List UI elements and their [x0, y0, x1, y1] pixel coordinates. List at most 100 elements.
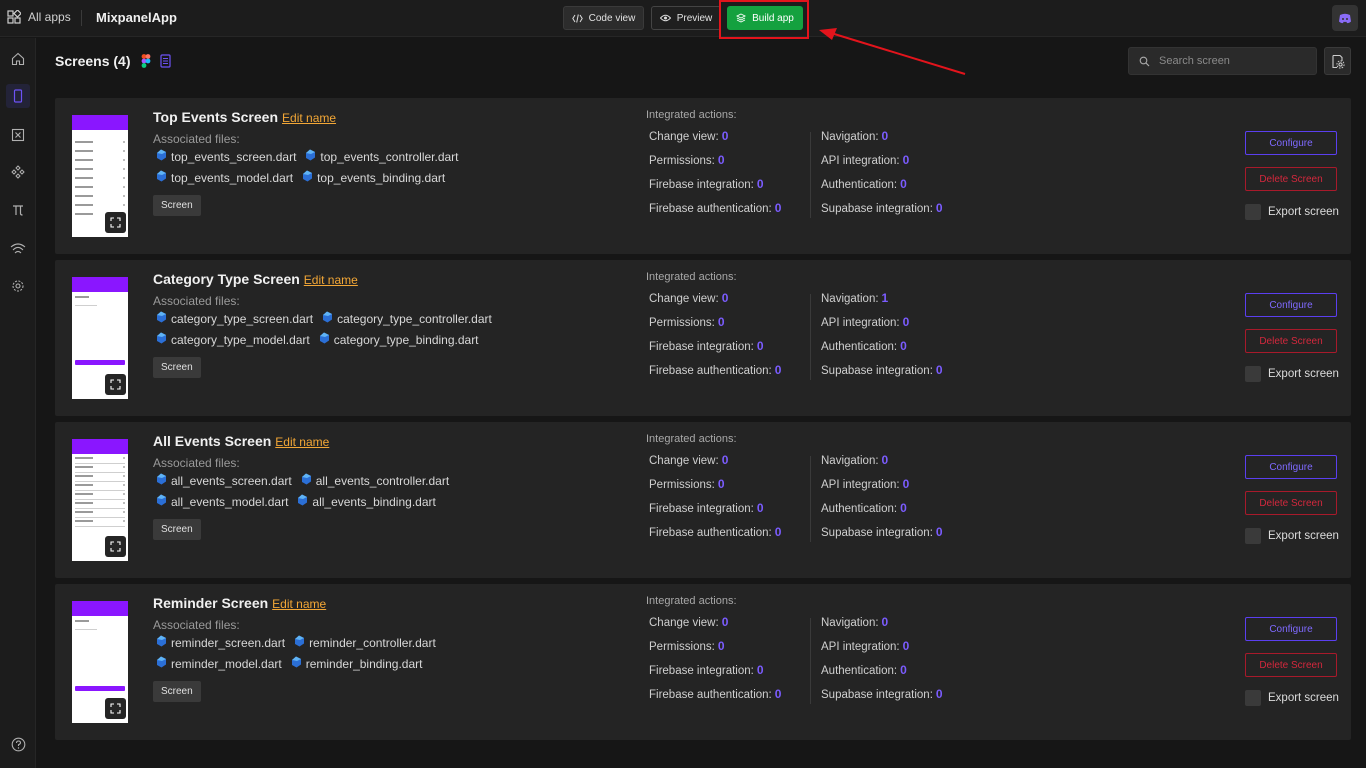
action-count: 0	[756, 177, 764, 191]
export-checkbox[interactable]	[1245, 204, 1261, 220]
file-list: reminder_screen.dart reminder_controller.…	[156, 635, 596, 677]
file-item[interactable]: all_events_model.dart	[156, 494, 288, 509]
configure-button[interactable]: Configure	[1245, 455, 1337, 479]
build-app-label: Build app	[752, 12, 794, 24]
preview-button[interactable]: Preview	[651, 6, 721, 30]
file-item[interactable]: category_type_controller.dart	[322, 311, 492, 326]
configure-button[interactable]: Configure	[1245, 293, 1337, 317]
expand-button[interactable]	[105, 536, 126, 557]
integrated-actions-label: Integrated actions:	[646, 433, 737, 445]
sidebar-constants[interactable]	[8, 200, 28, 220]
file-name: category_type_binding.dart	[333, 332, 479, 347]
document-icon[interactable]	[160, 54, 171, 68]
sidebar-screens[interactable]	[6, 84, 30, 108]
action-label: Firebase authentication:	[649, 527, 772, 539]
dart-file-icon	[156, 473, 167, 488]
action-count: 0	[935, 525, 943, 539]
thumbnail-divider	[75, 472, 125, 473]
delete-screen-button[interactable]: Delete Screen	[1245, 653, 1337, 677]
help-icon	[11, 737, 25, 751]
action-label: Change view:	[649, 455, 719, 467]
action-count: 0	[721, 615, 729, 629]
expand-icon	[110, 217, 121, 228]
file-item[interactable]: category_type_binding.dart	[319, 332, 479, 347]
expand-button[interactable]	[105, 212, 126, 233]
mobile-icon	[13, 89, 23, 103]
sidebar-home[interactable]	[8, 49, 28, 69]
edit-name-link[interactable]: Edit name	[275, 435, 329, 449]
action-stat: Permissions: 0	[649, 153, 781, 177]
configure-button[interactable]: Configure	[1245, 617, 1337, 641]
file-item[interactable]: reminder_controller.dart	[294, 635, 436, 650]
action-stat: Firebase authentication: 0	[649, 525, 781, 549]
dart-file-icon	[156, 635, 167, 650]
associated-files-label: Associated files:	[153, 132, 240, 146]
screen-thumbnail[interactable]	[72, 439, 128, 561]
integrated-actions-label: Integrated actions:	[646, 271, 737, 283]
expand-icon	[110, 379, 121, 390]
search-input[interactable]	[1159, 55, 1309, 67]
export-checkbox[interactable]	[1245, 690, 1261, 706]
screen-thumbnail[interactable]	[72, 277, 128, 399]
file-item[interactable]: category_type_model.dart	[156, 332, 310, 347]
sidebar-components[interactable]	[8, 162, 28, 182]
export-checkbox[interactable]	[1245, 528, 1261, 544]
file-item[interactable]: all_events_screen.dart	[156, 473, 292, 488]
screen-type-badge: Screen	[153, 519, 201, 540]
dart-file-icon	[156, 170, 167, 185]
file-item[interactable]: top_events_binding.dart	[302, 170, 445, 185]
file-item[interactable]: all_events_binding.dart	[297, 494, 436, 509]
screen-type-badge: Screen	[153, 195, 201, 216]
file-item[interactable]: all_events_controller.dart	[301, 473, 449, 488]
file-item[interactable]: category_type_screen.dart	[156, 311, 313, 326]
thumbnail-row	[75, 150, 125, 153]
expand-button[interactable]	[105, 698, 126, 719]
edit-name-link[interactable]: Edit name	[304, 273, 358, 287]
export-screen-option[interactable]: Export screen	[1245, 204, 1339, 220]
sidebar-settings[interactable]	[8, 276, 28, 296]
action-count: 0	[881, 453, 889, 467]
sidebar-help[interactable]	[8, 734, 28, 754]
sidebar-api[interactable]	[8, 238, 28, 258]
action-count: 0	[717, 639, 725, 653]
file-item[interactable]: reminder_screen.dart	[156, 635, 285, 650]
action-stat: Change view: 0	[649, 291, 781, 315]
sidebar-formulas[interactable]	[8, 125, 28, 145]
delete-screen-button[interactable]: Delete Screen	[1245, 167, 1337, 191]
all-apps-link[interactable]: All apps	[7, 10, 71, 24]
export-screen-option[interactable]: Export screen	[1245, 690, 1339, 706]
screen-thumbnail[interactable]	[72, 115, 128, 237]
expand-button[interactable]	[105, 374, 126, 395]
edit-name-link[interactable]: Edit name	[272, 597, 326, 611]
export-screen-option[interactable]: Export screen	[1245, 528, 1339, 544]
file-item[interactable]: top_events_screen.dart	[156, 149, 296, 164]
dart-file-icon	[156, 494, 167, 509]
configure-button[interactable]: Configure	[1245, 131, 1337, 155]
dart-file-icon	[294, 635, 305, 650]
file-item[interactable]: reminder_model.dart	[156, 656, 282, 671]
edit-name-link[interactable]: Edit name	[282, 111, 336, 125]
discord-button[interactable]	[1332, 5, 1358, 31]
action-stat: Change view: 0	[649, 129, 781, 153]
discord-icon	[1339, 13, 1351, 23]
export-label: Export screen	[1268, 692, 1339, 704]
file-item[interactable]: reminder_binding.dart	[291, 656, 422, 671]
action-count: 0	[756, 339, 764, 353]
export-checkbox[interactable]	[1245, 366, 1261, 382]
delete-screen-button[interactable]: Delete Screen	[1245, 329, 1337, 353]
build-app-button[interactable]: Build app	[727, 6, 803, 30]
file-item[interactable]: top_events_controller.dart	[305, 149, 459, 164]
associated-files-label: Associated files:	[153, 294, 240, 308]
export-screen-option[interactable]: Export screen	[1245, 366, 1339, 382]
action-label: Change view:	[649, 617, 719, 629]
figma-icon[interactable]	[141, 54, 151, 68]
screen-settings-button[interactable]	[1324, 47, 1351, 75]
action-label: Authentication:	[821, 341, 898, 353]
action-stat: Supabase integration: 0	[821, 687, 943, 711]
thumbnail-row	[75, 195, 125, 198]
file-item[interactable]: top_events_model.dart	[156, 170, 293, 185]
search-box[interactable]	[1128, 47, 1317, 75]
code-view-button[interactable]: Code view	[563, 6, 644, 30]
screen-thumbnail[interactable]	[72, 601, 128, 723]
delete-screen-button[interactable]: Delete Screen	[1245, 491, 1337, 515]
